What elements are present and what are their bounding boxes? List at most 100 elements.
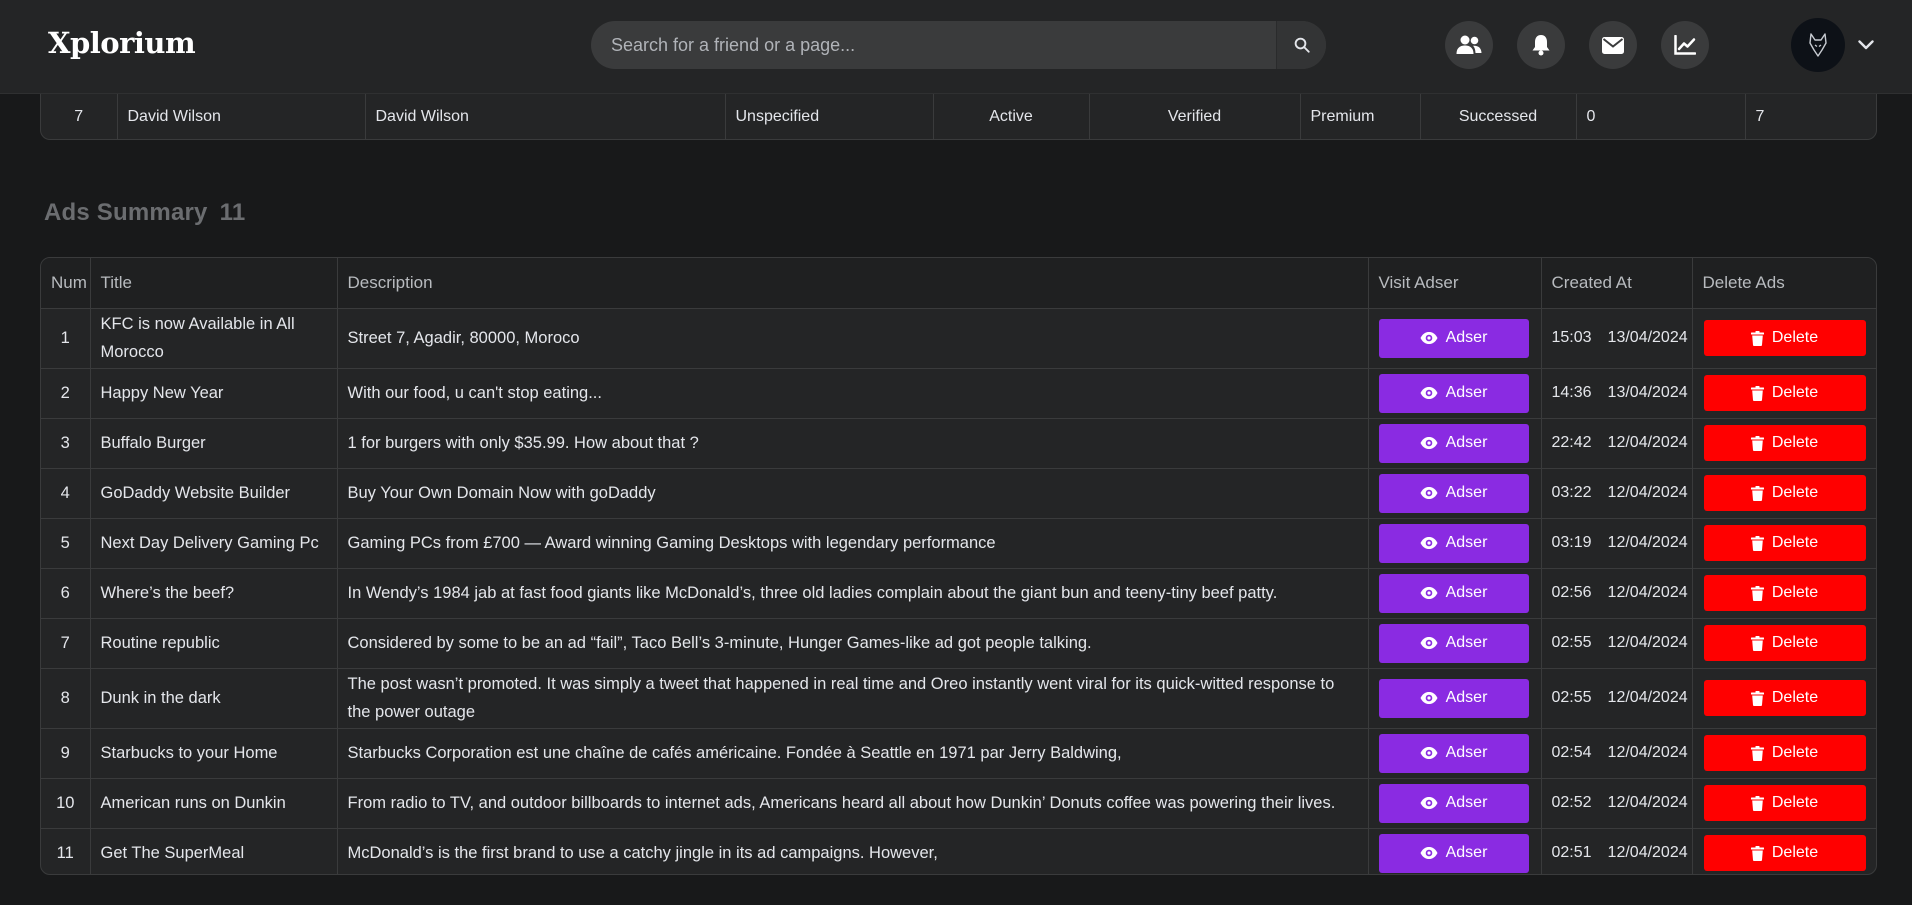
table-row: 4 GoDaddy Website Builder Buy Your Own D… <box>41 468 1876 519</box>
ad-description: Considered by some to be an ad “fail”, T… <box>337 618 1369 669</box>
eye-icon <box>1420 487 1438 499</box>
eye-icon <box>1420 797 1438 809</box>
ad-date: 13/04/2024 <box>1607 384 1688 401</box>
wolf-avatar-icon <box>1809 33 1827 57</box>
delete-ad-button[interactable]: Delete <box>1703 425 1866 461</box>
trash-icon <box>1750 535 1764 551</box>
delete-ad-button[interactable]: Delete <box>1703 785 1866 821</box>
visit-adser-button[interactable]: Adser <box>1378 573 1529 613</box>
table-row: 11 Get The SuperMeal McDonald’s is the f… <box>41 828 1876 874</box>
ad-description: With our food, u can't stop eating... <box>337 368 1369 419</box>
trash-icon <box>1750 585 1764 601</box>
ad-date: 12/04/2024 <box>1607 484 1688 501</box>
ad-title: Where’s the beef? <box>90 568 338 619</box>
ad-visit-cell: Adser <box>1368 778 1542 829</box>
col-num: Num <box>41 258 91 309</box>
ad-title: Happy New Year <box>90 368 338 419</box>
ad-title: Routine republic <box>90 618 338 669</box>
visit-adser-button[interactable]: Adser <box>1378 833 1529 873</box>
trash-icon <box>1750 795 1764 811</box>
delete-ad-button[interactable]: Delete <box>1703 475 1866 511</box>
users-table: 7 David Wilson David Wilson Unspecified … <box>40 94 1877 140</box>
ads-summary-count: 11 <box>219 199 246 226</box>
ad-delete-cell: Delete <box>1692 368 1876 419</box>
delete-ad-button[interactable]: Delete <box>1703 680 1866 716</box>
ad-description: McDonald’s is the first brand to use a c… <box>337 828 1369 874</box>
ad-title: Next Day Delivery Gaming Pc <box>90 518 338 569</box>
ad-time: 15:03 <box>1551 329 1592 346</box>
ad-visit-cell: Adser <box>1368 728 1542 779</box>
notifications-button[interactable] <box>1517 21 1565 69</box>
ad-date: 13/04/2024 <box>1607 329 1688 346</box>
visit-adser-button[interactable]: Adser <box>1378 373 1529 413</box>
visit-adser-button[interactable]: Adser <box>1378 318 1529 358</box>
ad-description: Buy Your Own Domain Now with goDaddy <box>337 468 1369 519</box>
ads-table-body: 1 KFC is now Available in All Morocco St… <box>41 308 1876 874</box>
visit-adser-button[interactable]: Adser <box>1378 678 1529 718</box>
trash-icon <box>1750 745 1764 761</box>
ad-title: Starbucks to your Home <box>90 728 338 779</box>
search-input[interactable] <box>591 21 1276 69</box>
delete-ad-button[interactable]: Delete <box>1703 375 1866 411</box>
ad-description: 1 for burgers with only $35.99. How abou… <box>337 418 1369 469</box>
adser-label: Adser <box>1445 434 1488 451</box>
delete-label: Delete <box>1771 384 1819 401</box>
brand-logo[interactable]: Xplorium <box>48 26 196 60</box>
table-row: 7 Routine republic Considered by some to… <box>41 618 1876 669</box>
eye-icon <box>1420 747 1438 759</box>
user-avatar[interactable] <box>1791 18 1845 72</box>
ad-time: 02:54 <box>1551 744 1592 761</box>
ad-description: Starbucks Corporation est une chaîne de … <box>337 728 1369 779</box>
visit-adser-button[interactable]: Adser <box>1378 783 1529 823</box>
ad-time: 02:51 <box>1551 844 1592 862</box>
ad-created-at: 02:56 12/04/2024 <box>1541 568 1693 619</box>
visit-adser-button[interactable]: Adser <box>1378 733 1529 773</box>
friends-button[interactable] <box>1445 21 1493 69</box>
ad-date: 12/04/2024 <box>1607 794 1688 811</box>
delete-ad-button[interactable]: Delete <box>1703 525 1866 561</box>
ad-title: Buffalo Burger <box>90 418 338 469</box>
delete-ad-button[interactable]: Delete <box>1703 735 1866 771</box>
user-count-a: 0 <box>1576 94 1746 139</box>
messages-button[interactable] <box>1589 21 1637 69</box>
visit-adser-button[interactable]: Adser <box>1378 523 1529 563</box>
user-plan: Premium <box>1300 94 1421 139</box>
user-verification: Verified <box>1089 94 1301 139</box>
bell-icon <box>1532 35 1550 56</box>
ad-visit-cell: Adser <box>1368 828 1542 874</box>
trash-icon <box>1750 690 1764 706</box>
ad-delete-cell: Delete <box>1692 568 1876 619</box>
ad-time: 14:36 <box>1551 384 1592 401</box>
stats-button[interactable] <box>1661 21 1709 69</box>
account-menu-toggle[interactable] <box>1855 34 1877 56</box>
delete-ad-button[interactable]: Delete <box>1703 835 1866 872</box>
user-payment: Successed <box>1420 94 1577 139</box>
table-row: 9 Starbucks to your Home Starbucks Corpo… <box>41 728 1876 779</box>
table-row: 8 Dunk in the dark The post wasn’t promo… <box>41 668 1876 729</box>
delete-ad-button[interactable]: Delete <box>1703 575 1866 611</box>
search-button[interactable] <box>1276 21 1326 69</box>
col-delete-ads: Delete Ads <box>1692 258 1876 309</box>
visit-adser-button[interactable]: Adser <box>1378 623 1529 663</box>
adser-label: Adser <box>1445 534 1488 551</box>
ad-created-at: 03:19 12/04/2024 <box>1541 518 1693 569</box>
search-bar <box>591 21 1326 69</box>
eye-icon <box>1420 537 1438 549</box>
ad-visit-cell: Adser <box>1368 418 1542 469</box>
ad-date: 12/04/2024 <box>1607 584 1688 601</box>
adser-label: Adser <box>1445 384 1488 401</box>
visit-adser-button[interactable]: Adser <box>1378 423 1529 463</box>
ad-visit-cell: Adser <box>1368 568 1542 619</box>
ad-delete-cell: Delete <box>1692 668 1876 729</box>
adser-label: Adser <box>1445 794 1488 811</box>
delete-ad-button[interactable]: Delete <box>1703 320 1866 356</box>
delete-ad-button[interactable]: Delete <box>1703 625 1866 661</box>
delete-label: Delete <box>1771 844 1819 862</box>
ad-title: Get The SuperMeal <box>90 828 338 874</box>
ad-description: From radio to TV, and outdoor billboards… <box>337 778 1369 829</box>
ad-num: 11 <box>41 828 91 874</box>
visit-adser-button[interactable]: Adser <box>1378 473 1529 513</box>
ads-table: Num Title Description Visit Adser Create… <box>41 258 1876 874</box>
eye-icon <box>1420 692 1438 704</box>
trash-icon <box>1750 845 1764 861</box>
